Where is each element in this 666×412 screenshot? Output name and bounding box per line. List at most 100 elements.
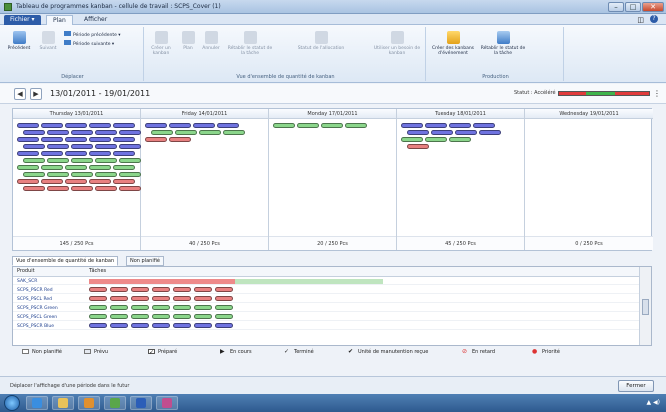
kanban-card[interactable]: [65, 137, 87, 142]
tab-plan[interactable]: Plan: [46, 15, 73, 25]
kanban-card[interactable]: [71, 130, 93, 135]
kanban-card[interactable]: [71, 144, 93, 149]
kanban-card[interactable]: [17, 137, 39, 142]
task-kanban[interactable]: [110, 323, 128, 328]
close-button[interactable]: Fermer: [618, 380, 654, 392]
kanban-card[interactable]: [95, 158, 117, 163]
kanban-card[interactable]: [119, 158, 141, 163]
reset-task-status-button[interactable]: Rétablir le statut de la tâche: [480, 31, 526, 56]
kanban-card[interactable]: [297, 123, 319, 128]
plan-button[interactable]: Plan: [178, 31, 198, 51]
task-kanban[interactable]: [110, 305, 128, 310]
tab-unplanned[interactable]: Non planifié: [126, 256, 164, 266]
task-kanban[interactable]: [152, 314, 170, 319]
kanban-card[interactable]: [47, 158, 69, 163]
kanban-card[interactable]: [71, 172, 93, 177]
task-kanban[interactable]: [152, 287, 170, 292]
kanban-card[interactable]: [89, 123, 111, 128]
kanban-card[interactable]: [17, 151, 39, 156]
task-kanban[interactable]: [152, 323, 170, 328]
kanban-card[interactable]: [113, 151, 135, 156]
tab-kanban-quantity-overview[interactable]: Vue d'ensemble de quantité de kanban: [12, 256, 119, 266]
kanban-card[interactable]: [113, 165, 135, 170]
task-kanban[interactable]: [110, 314, 128, 319]
kanban-card[interactable]: [455, 130, 477, 135]
kanban-card[interactable]: [17, 165, 39, 170]
cancel-button[interactable]: Annuler: [200, 31, 222, 51]
task-kanban[interactable]: [131, 296, 149, 301]
tab-view[interactable]: Afficher: [78, 15, 113, 25]
task-kanban[interactable]: [173, 323, 191, 328]
kanban-card[interactable]: [479, 130, 501, 135]
taskbar-app[interactable]: [156, 396, 178, 410]
task-kanban[interactable]: [173, 305, 191, 310]
kanban-card[interactable]: [95, 130, 117, 135]
kanban-card[interactable]: [17, 179, 39, 184]
kanban-card[interactable]: [95, 172, 117, 177]
task-kanban[interactable]: [152, 305, 170, 310]
task-kanban[interactable]: [110, 296, 128, 301]
kanban-card[interactable]: [41, 137, 63, 142]
task-kanban[interactable]: [131, 305, 149, 310]
kanban-card[interactable]: [425, 123, 447, 128]
task-kanban[interactable]: [89, 296, 107, 301]
kanban-card[interactable]: [71, 186, 93, 191]
task-kanban[interactable]: [89, 287, 107, 292]
kanban-card[interactable]: [119, 172, 141, 177]
task-kanban[interactable]: [215, 287, 233, 292]
kanban-card[interactable]: [401, 137, 423, 142]
kanban-card[interactable]: [41, 123, 63, 128]
kanban-card[interactable]: [71, 158, 93, 163]
kanban-card[interactable]: [169, 137, 191, 142]
taskbar-outlook[interactable]: [78, 396, 100, 410]
kanban-card[interactable]: [113, 179, 135, 184]
create-event-kanbans-button[interactable]: Créer des kanbans d'événement: [430, 31, 476, 56]
help-icon[interactable]: ?: [650, 15, 658, 23]
kanban-card[interactable]: [199, 130, 221, 135]
kanban-card[interactable]: [65, 179, 87, 184]
scrollbar-thumb[interactable]: [642, 299, 649, 315]
kanban-card[interactable]: [151, 130, 173, 135]
kanban-card[interactable]: [23, 186, 45, 191]
reset-status-button[interactable]: Rétablir le statut de la tâche: [226, 31, 274, 56]
taskbar-word[interactable]: [130, 396, 152, 410]
task-kanban[interactable]: [173, 287, 191, 292]
kanban-card[interactable]: [425, 137, 447, 142]
table-row[interactable]: SCPS_PSCR Red: [13, 287, 639, 294]
task-kanban[interactable]: [215, 305, 233, 310]
previous-period-button[interactable]: Période précédente ▾: [64, 31, 140, 38]
task-kanban[interactable]: [173, 296, 191, 301]
start-button[interactable]: [4, 395, 20, 411]
kanban-card[interactable]: [95, 144, 117, 149]
task-kanban[interactable]: [194, 314, 212, 319]
kanban-card[interactable]: [145, 123, 167, 128]
next-period-button[interactable]: Période suivante ▾: [64, 40, 140, 47]
kanban-card[interactable]: [89, 165, 111, 170]
task-kanban[interactable]: [215, 296, 233, 301]
task-kanban[interactable]: [194, 296, 212, 301]
table-row[interactable]: SCPS_PSCL Green: [13, 314, 639, 321]
next-button[interactable]: Suivant: [36, 31, 60, 51]
use-kanban-need-button[interactable]: Utiliser un besoin de kanban: [372, 31, 422, 56]
task-kanban[interactable]: [215, 314, 233, 319]
kanban-card[interactable]: [47, 144, 69, 149]
kanban-card[interactable]: [407, 130, 429, 135]
kanban-card[interactable]: [65, 151, 87, 156]
nav-prev-button[interactable]: ◀: [14, 88, 26, 100]
task-kanban[interactable]: [131, 287, 149, 292]
kanban-card[interactable]: [47, 130, 69, 135]
table-row[interactable]: SAK_SCR: [13, 278, 639, 285]
tab-file[interactable]: Fichier ▾: [4, 15, 41, 25]
task-kanban[interactable]: [173, 314, 191, 319]
kanban-card[interactable]: [23, 130, 45, 135]
kanban-card[interactable]: [113, 123, 135, 128]
minimize-button[interactable]: –: [608, 2, 624, 12]
kanban-card[interactable]: [89, 151, 111, 156]
kanban-card[interactable]: [41, 165, 63, 170]
kanban-card[interactable]: [473, 123, 495, 128]
task-kanban[interactable]: [110, 287, 128, 292]
kanban-card[interactable]: [119, 186, 141, 191]
more-options-icon[interactable]: ⋮: [653, 89, 661, 98]
task-kanban[interactable]: [89, 305, 107, 310]
task-kanban[interactable]: [215, 323, 233, 328]
